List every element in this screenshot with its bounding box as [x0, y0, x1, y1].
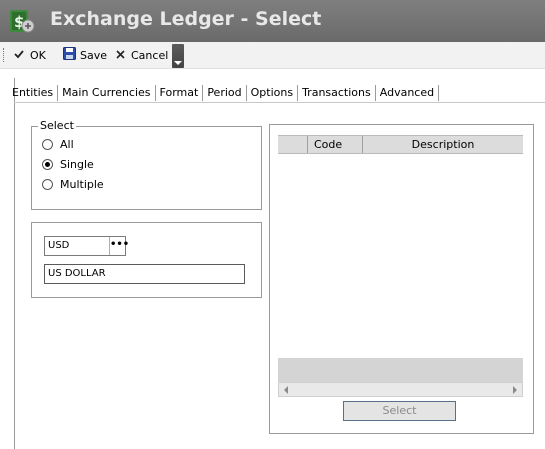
grid-header-description-label: Description — [411, 138, 475, 151]
currency-groupbox — [31, 222, 262, 298]
checkmark-icon — [14, 49, 24, 62]
save-button[interactable]: Save — [63, 47, 107, 63]
grid-header-description[interactable]: Description — [363, 136, 523, 153]
radio-all-button[interactable] — [42, 138, 53, 150]
radio-single[interactable]: Single — [42, 157, 94, 171]
ok-button[interactable]: OK — [14, 47, 46, 63]
grid-header-code-label: Code — [314, 138, 343, 151]
currency-code-field[interactable]: USD ••• — [44, 236, 129, 256]
tab-entities[interactable]: Entities — [8, 85, 59, 101]
horizontal-scrollbar[interactable] — [278, 382, 523, 397]
ledger-app-icon: $ — [10, 10, 35, 33]
radio-all[interactable]: All — [42, 137, 74, 151]
toolbar-grip[interactable] — [3, 48, 6, 62]
scroll-right-icon[interactable] — [509, 384, 521, 396]
floppy-disk-icon — [63, 47, 76, 63]
ok-label: OK — [30, 48, 46, 62]
radio-multiple-label: Multiple — [60, 177, 104, 191]
select-group-legend: Select — [38, 119, 76, 132]
tab-period[interactable]: Period — [203, 85, 247, 101]
select-button[interactable]: Select — [343, 401, 456, 421]
cancel-label: Cancel — [131, 48, 169, 62]
radio-multiple-button[interactable] — [42, 178, 53, 190]
tab-strip: Entities Main Currencies Format Period O… — [8, 84, 440, 102]
grid-header: Code Description — [278, 135, 523, 154]
x-icon — [116, 49, 125, 62]
tab-advanced[interactable]: Advanced — [376, 85, 440, 101]
tab-options[interactable]: Options — [247, 85, 299, 101]
currency-code-value: USD — [48, 240, 70, 251]
radio-single-label: Single — [60, 157, 94, 171]
toolbar-overflow-button[interactable] — [172, 44, 184, 68]
tab-divider — [14, 102, 545, 103]
radio-single-button[interactable] — [42, 158, 53, 170]
currency-description-field[interactable]: US DOLLAR — [44, 264, 245, 284]
chevron-down-icon — [174, 61, 182, 65]
window-title: Exchange Ledger - Select — [50, 8, 322, 30]
grid-header-selector[interactable] — [278, 136, 308, 153]
cancel-button[interactable]: Cancel — [116, 47, 168, 63]
tab-format[interactable]: Format — [156, 85, 204, 101]
lookup-button[interactable]: ••• — [109, 237, 129, 255]
tab-transactions[interactable]: Transactions — [298, 85, 376, 101]
scroll-left-icon[interactable] — [280, 384, 292, 396]
radio-all-label: All — [60, 137, 74, 151]
grid-header-code[interactable]: Code — [308, 136, 363, 153]
save-label: Save — [80, 48, 108, 62]
radio-multiple[interactable]: Multiple — [42, 177, 104, 191]
tab-main-currencies[interactable]: Main Currencies — [58, 85, 156, 101]
grid-footer-area — [278, 358, 523, 382]
title-bar: $ Exchange Ledger - Select — [0, 0, 545, 42]
toolbar: OK Save Cancel — [0, 42, 545, 69]
currency-description-value: US DOLLAR — [48, 268, 106, 279]
